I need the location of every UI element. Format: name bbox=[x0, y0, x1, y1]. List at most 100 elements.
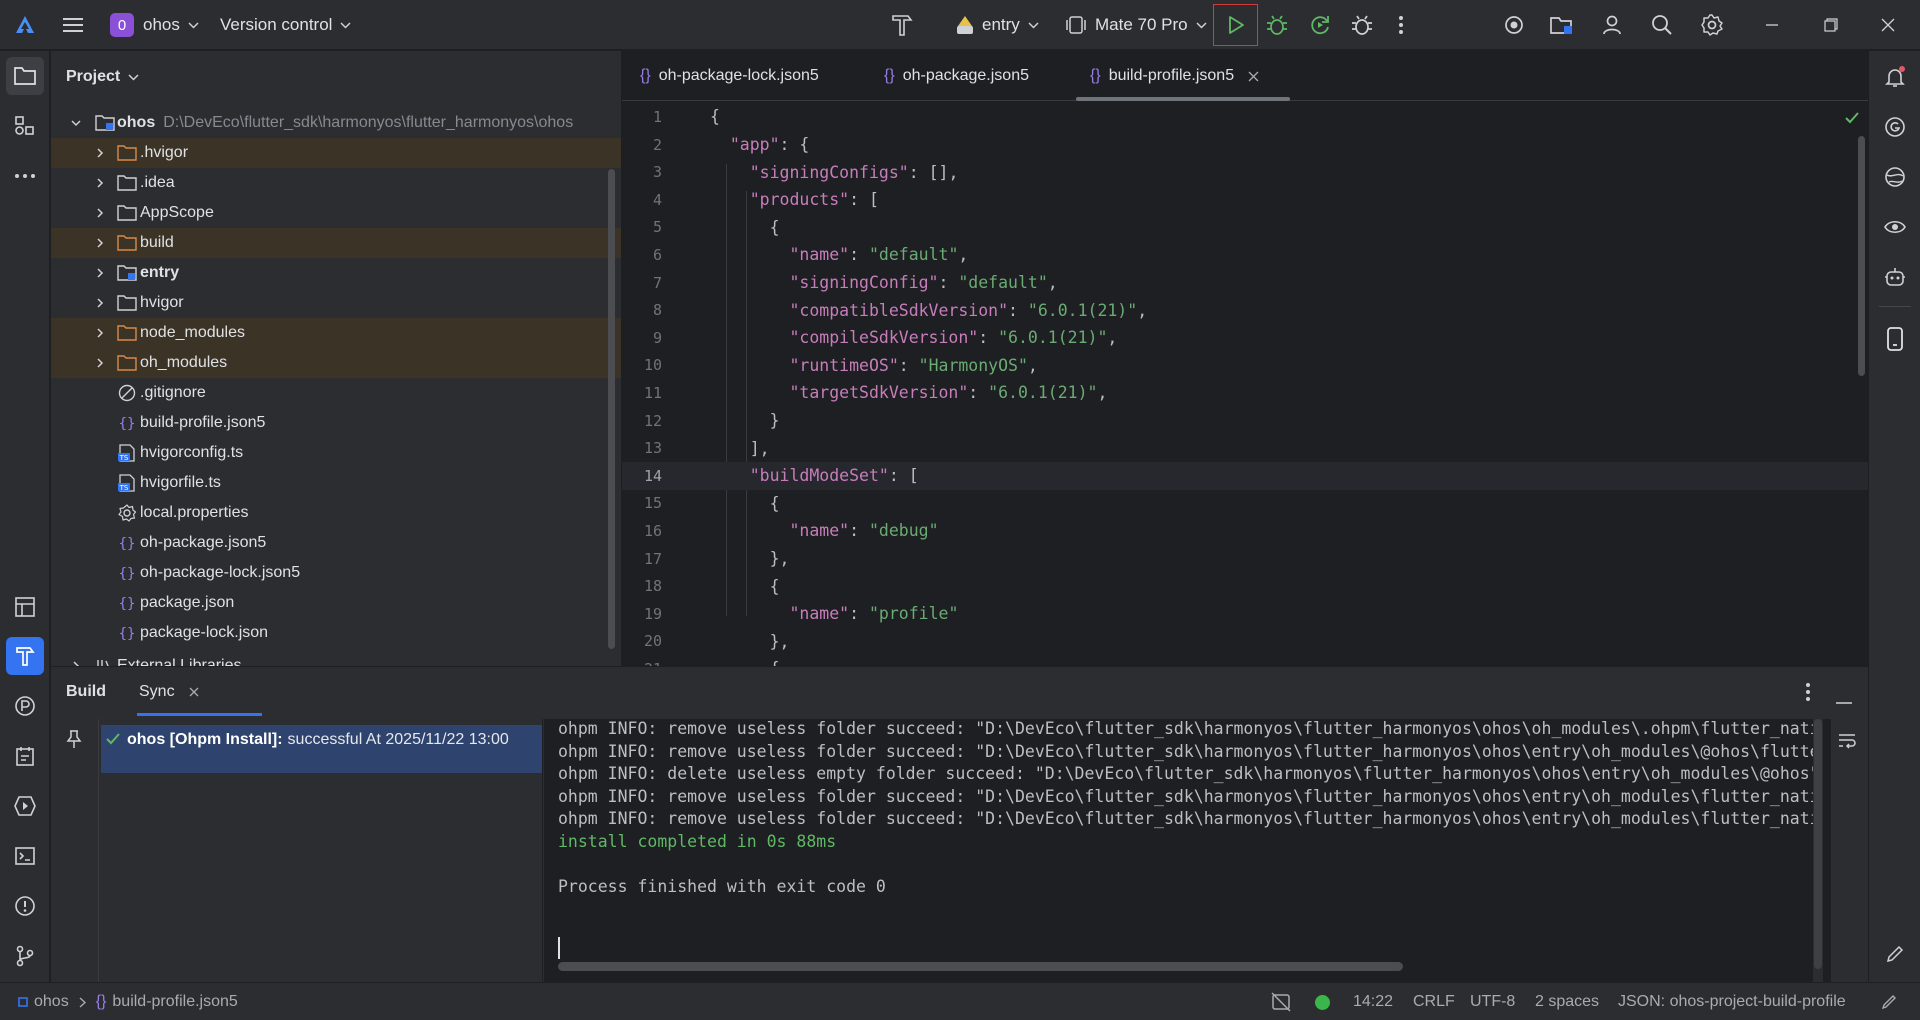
hide-panel-icon[interactable] bbox=[1836, 691, 1852, 709]
close-tab-icon[interactable] bbox=[1248, 71, 1259, 82]
attach-debugger-button[interactable] bbox=[1350, 0, 1374, 50]
readonly-toggle-icon[interactable] bbox=[1880, 983, 1898, 1020]
chevron-right-icon[interactable] bbox=[94, 147, 106, 159]
ai-assistant-icon[interactable] bbox=[1877, 259, 1913, 295]
chevron-right-icon[interactable] bbox=[94, 207, 106, 219]
status-indicator-dot[interactable] bbox=[1315, 983, 1330, 1020]
account-icon[interactable] bbox=[1600, 0, 1624, 50]
build-hammer-icon[interactable] bbox=[888, 0, 916, 50]
problems-tool-button[interactable] bbox=[6, 887, 44, 925]
more-actions-icon[interactable] bbox=[1398, 0, 1404, 50]
editor-scrollbar[interactable] bbox=[1858, 136, 1865, 376]
terminal-tool-button[interactable] bbox=[6, 837, 44, 875]
close-icon[interactable] bbox=[1881, 0, 1895, 50]
breadcrumb-project[interactable]: ohos bbox=[34, 993, 69, 1011]
tree-item[interactable]: TS hvigorconfig.ts bbox=[51, 438, 621, 468]
project-selector[interactable]: 0 ohos bbox=[110, 0, 199, 50]
breadcrumb-file[interactable]: build-profile.json5 bbox=[112, 993, 237, 1011]
main-menu-icon[interactable] bbox=[62, 0, 84, 50]
tree-item[interactable]: {} package.json bbox=[51, 588, 621, 618]
device-manager-icon[interactable] bbox=[1877, 321, 1913, 357]
tree-item[interactable]: TS hvigorfile.ts bbox=[51, 468, 621, 498]
previewer-eye-icon[interactable] bbox=[1877, 209, 1913, 245]
code-line[interactable]: 11 "targetSdkVersion": "6.0.1(21)", bbox=[622, 379, 1868, 407]
chevron-right-icon[interactable] bbox=[94, 357, 106, 369]
chevron-right-icon[interactable] bbox=[94, 177, 106, 189]
tab-oh-package[interactable]: {} oh-package.json5 bbox=[884, 51, 1029, 101]
app-logo[interactable] bbox=[14, 0, 36, 50]
console-vertical-scrollbar[interactable] bbox=[1814, 719, 1822, 969]
tree-item[interactable]: build bbox=[51, 228, 621, 258]
code-line[interactable]: 5 { bbox=[622, 214, 1868, 242]
minimize-icon[interactable] bbox=[1765, 0, 1779, 50]
code-line[interactable]: 10 "runtimeOS": "HarmonyOS", bbox=[622, 352, 1868, 380]
tab-sync[interactable]: Sync bbox=[139, 667, 261, 717]
code-line[interactable]: 2 "app": { bbox=[622, 131, 1868, 159]
run-button[interactable] bbox=[1213, 4, 1258, 46]
tree-external-libraries[interactable]: External Libraries bbox=[51, 651, 621, 666]
chevron-right-icon[interactable] bbox=[94, 237, 106, 249]
vcs-menu[interactable]: Version control bbox=[220, 0, 351, 50]
tree-item[interactable]: local.properties bbox=[51, 498, 621, 528]
settings-gear-icon[interactable] bbox=[1700, 0, 1724, 50]
code-line[interactable]: 20 }, bbox=[622, 628, 1868, 656]
structure-tool-button[interactable] bbox=[6, 107, 44, 145]
cursor-position[interactable]: 14:22 bbox=[1353, 983, 1393, 1020]
project-panel-header[interactable]: Project bbox=[51, 51, 621, 103]
chevron-right-icon[interactable] bbox=[94, 327, 106, 339]
code-line[interactable]: 14 "buildModeSet": [ bbox=[622, 462, 1868, 490]
run-config-selector[interactable]: entry bbox=[954, 0, 1039, 50]
soft-wrap-icon[interactable] bbox=[1837, 733, 1857, 754]
tree-item[interactable]: node_modules bbox=[51, 318, 621, 348]
code-line[interactable]: 17 }, bbox=[622, 545, 1868, 573]
json-schema[interactable]: JSON: ohos-project-build-profile bbox=[1618, 983, 1846, 1020]
tree-item[interactable]: .hvigor bbox=[51, 138, 621, 168]
code-line[interactable]: 12 } bbox=[622, 407, 1868, 435]
code-line[interactable]: 1{ bbox=[622, 103, 1868, 131]
inspection-off-icon[interactable] bbox=[1270, 983, 1292, 1020]
code-line[interactable]: 6 "name": "default", bbox=[622, 241, 1868, 269]
debug-button[interactable] bbox=[1265, 0, 1289, 50]
code-line[interactable]: 8 "compatibleSdkVersion": "6.0.1(21)", bbox=[622, 296, 1868, 324]
tree-item[interactable]: {} oh-package.json5 bbox=[51, 528, 621, 558]
more-options-icon[interactable] bbox=[1805, 682, 1811, 707]
code-line[interactable]: 4 "products": [ bbox=[622, 186, 1868, 214]
tab-build-profile[interactable]: {} build-profile.json5 bbox=[1090, 51, 1259, 101]
code-line[interactable]: 16 "name": "debug" bbox=[622, 517, 1868, 545]
tab-build[interactable]: Build bbox=[66, 667, 106, 717]
tab-oh-package-lock[interactable]: {} oh-package-lock.json5 bbox=[640, 51, 819, 101]
build-console[interactable]: ohpm INFO: remove useless folder succeed… bbox=[544, 719, 1831, 983]
tree-item[interactable]: {} build-profile.json5 bbox=[51, 408, 621, 438]
services-tool-button[interactable] bbox=[6, 787, 44, 825]
console-horizontal-scrollbar[interactable] bbox=[558, 962, 1403, 971]
tree-root-ohos[interactable]: ohos D:\DevEco\flutter_sdk\harmonyos\flut… bbox=[51, 108, 621, 138]
code-line[interactable]: 3 "signingConfigs": [], bbox=[622, 158, 1868, 186]
tree-item[interactable]: .idea bbox=[51, 168, 621, 198]
file-encoding[interactable]: UTF-8 bbox=[1470, 983, 1515, 1020]
globe-icon[interactable] bbox=[1877, 159, 1913, 195]
tree-item[interactable]: hvigor bbox=[51, 288, 621, 318]
chevron-right-icon[interactable] bbox=[94, 267, 106, 279]
project-tool-button[interactable] bbox=[6, 57, 44, 95]
tree-item[interactable]: {} package-lock.json bbox=[51, 618, 621, 648]
layout-inspector-button[interactable] bbox=[6, 588, 44, 626]
code-line[interactable]: 19 "name": "profile" bbox=[622, 600, 1868, 628]
tree-item[interactable]: AppScope bbox=[51, 198, 621, 228]
code-line[interactable]: 7 "signingConfig": "default", bbox=[622, 269, 1868, 297]
code-line[interactable]: 9 "compileSdkVersion": "6.0.1(21)", bbox=[622, 324, 1868, 352]
chevron-right-icon[interactable] bbox=[94, 297, 106, 309]
restore-icon[interactable] bbox=[1824, 0, 1838, 50]
build-task-item[interactable]: ohos [Ohpm Install]: successful At 2025/… bbox=[101, 725, 542, 773]
tree-item[interactable]: .gitignore bbox=[51, 378, 621, 408]
tree-item[interactable]: oh_modules bbox=[51, 348, 621, 378]
tree-item[interactable]: entry bbox=[51, 258, 621, 288]
pin-icon[interactable] bbox=[65, 729, 83, 754]
code-line[interactable]: 13 ], bbox=[622, 434, 1868, 462]
project-scrollbar[interactable] bbox=[608, 169, 615, 649]
code-line[interactable]: 15 { bbox=[622, 490, 1868, 518]
code-line[interactable]: 21 { bbox=[622, 655, 1868, 666]
version-control-tool-button[interactable] bbox=[6, 937, 44, 975]
code-with-me-icon[interactable] bbox=[1502, 0, 1526, 50]
project-structure-icon[interactable] bbox=[1549, 0, 1575, 50]
todo-tool-button[interactable] bbox=[6, 737, 44, 775]
